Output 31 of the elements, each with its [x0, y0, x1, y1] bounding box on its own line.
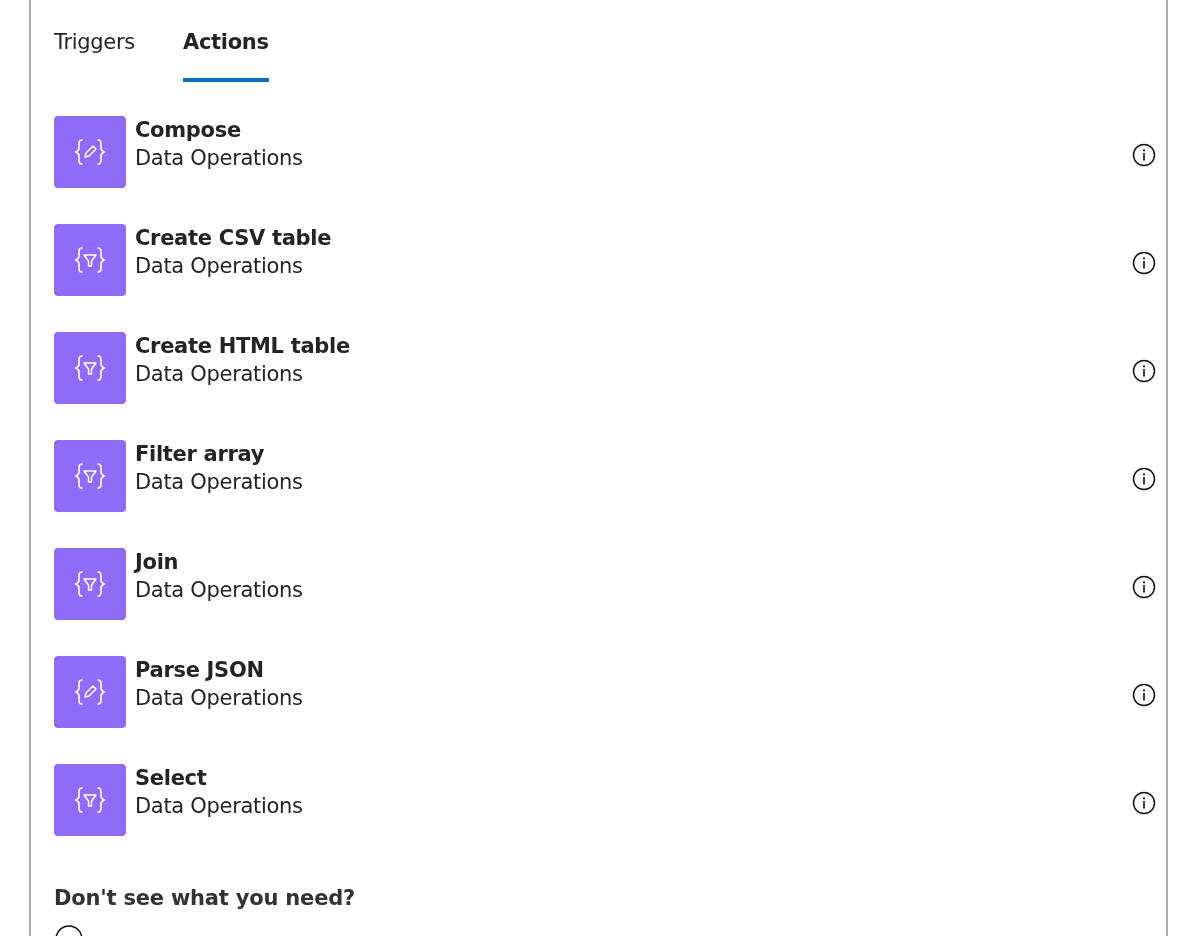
info-icon[interactable] [1132, 251, 1156, 275]
tab[interactable]: Actions [182, 30, 269, 82]
info-icon[interactable] [1132, 575, 1156, 599]
action-title[interactable]: Select [135, 764, 1132, 792]
action-title[interactable]: Compose [135, 116, 1132, 144]
action-tile[interactable] [54, 332, 126, 404]
section-heading: Don't see what you need? [54, 886, 356, 910]
action-title[interactable]: Create HTML table [135, 332, 1132, 360]
action-category: Data Operations [135, 469, 304, 496]
info-icon[interactable] [1132, 359, 1156, 383]
action-title[interactable]: Parse JSON [135, 656, 1132, 684]
action-category: Data Operations [135, 577, 304, 604]
action-title[interactable]: Filter array [135, 440, 1132, 468]
action-category: Data Operations [135, 253, 304, 280]
info-icon[interactable] [1132, 143, 1156, 167]
action-tile[interactable] [54, 764, 126, 836]
info-icon[interactable] [1132, 467, 1156, 491]
action-tile[interactable] [54, 116, 126, 188]
info-icon[interactable] [1132, 791, 1156, 815]
action-category: Data Operations [135, 685, 304, 712]
action-tile[interactable] [54, 224, 126, 296]
action-category: Data Operations [135, 145, 304, 172]
action-category: Data Operations [135, 793, 304, 820]
info-icon[interactable] [1132, 683, 1156, 707]
action-category: Data Operations [135, 361, 304, 388]
action-title[interactable]: Create CSV table [135, 224, 1132, 252]
action-tile[interactable] [54, 440, 126, 512]
action-tile[interactable] [54, 548, 126, 620]
tab[interactable]: Triggers [54, 30, 135, 82]
action-tile[interactable] [54, 656, 126, 728]
action-title[interactable]: Join [135, 548, 1132, 576]
